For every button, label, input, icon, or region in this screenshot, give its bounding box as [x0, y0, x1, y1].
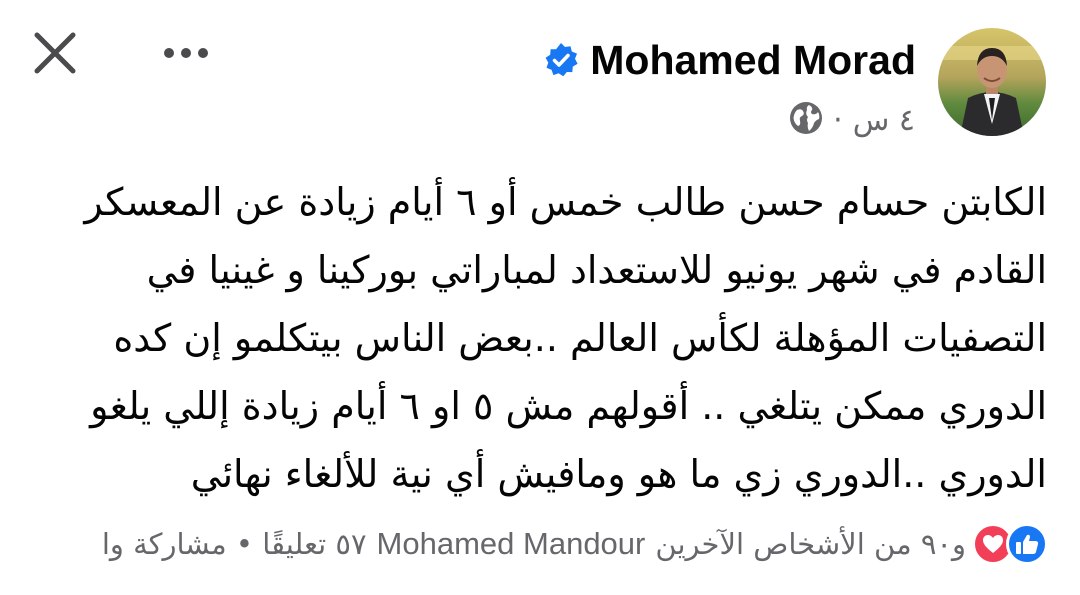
meta-separator: ·: [833, 102, 843, 138]
avatar-image: [938, 28, 1046, 136]
more-options-icon: [164, 48, 208, 58]
verified-badge-icon: [542, 41, 580, 79]
post-text-line: القادم في شهر يونيو للاستعداد لمباراتي ب…: [146, 248, 1047, 292]
like-icon: [1006, 523, 1048, 565]
reaction-icons[interactable]: [972, 523, 1048, 565]
post-view: Mohamed Morad · ٤ س الكابتن حسام حسن طال…: [0, 0, 1080, 595]
more-options-button[interactable]: [160, 36, 212, 70]
avatar[interactable]: [938, 28, 1046, 136]
post-time[interactable]: ٤ س: [853, 103, 915, 138]
post-text: الكابتن حسام حسن طالب خمس أو ٦ أيام زياد…: [84, 168, 1047, 508]
post-text-line: الدوري ممكن يتلغي .. أقولهم مش ٥ او ٦ أي…: [90, 384, 1047, 428]
close-icon: [34, 32, 76, 74]
globe-icon[interactable]: [789, 101, 823, 139]
post-text-line: التصفيات المؤهلة لكأس العالم ..بعض الناس…: [113, 316, 1047, 360]
close-button[interactable]: [30, 28, 80, 78]
reactions-summary[interactable]: و٩٠ من الأشخاص الآخرين: [655, 527, 966, 561]
post-text-line: الكابتن حسام حسن طالب خمس أو ٦ أيام زياد…: [84, 180, 1047, 224]
post-meta: · ٤ س: [789, 98, 915, 142]
reactions-bar: و٩٠ من الأشخاص الآخرين Mohamed Mandour ٥…: [102, 520, 1048, 568]
author-name[interactable]: Mohamed Morad: [590, 37, 916, 84]
comments-shares-count[interactable]: ٥٧ تعليقًا • مشاركة وا: [102, 527, 367, 561]
reactor-name[interactable]: Mohamed Mandour: [377, 526, 646, 562]
post-text-line: الدوري ..الدوري زي ما هو ومافيش أي نية ل…: [190, 452, 1047, 496]
author-row: Mohamed Morad: [542, 30, 916, 90]
